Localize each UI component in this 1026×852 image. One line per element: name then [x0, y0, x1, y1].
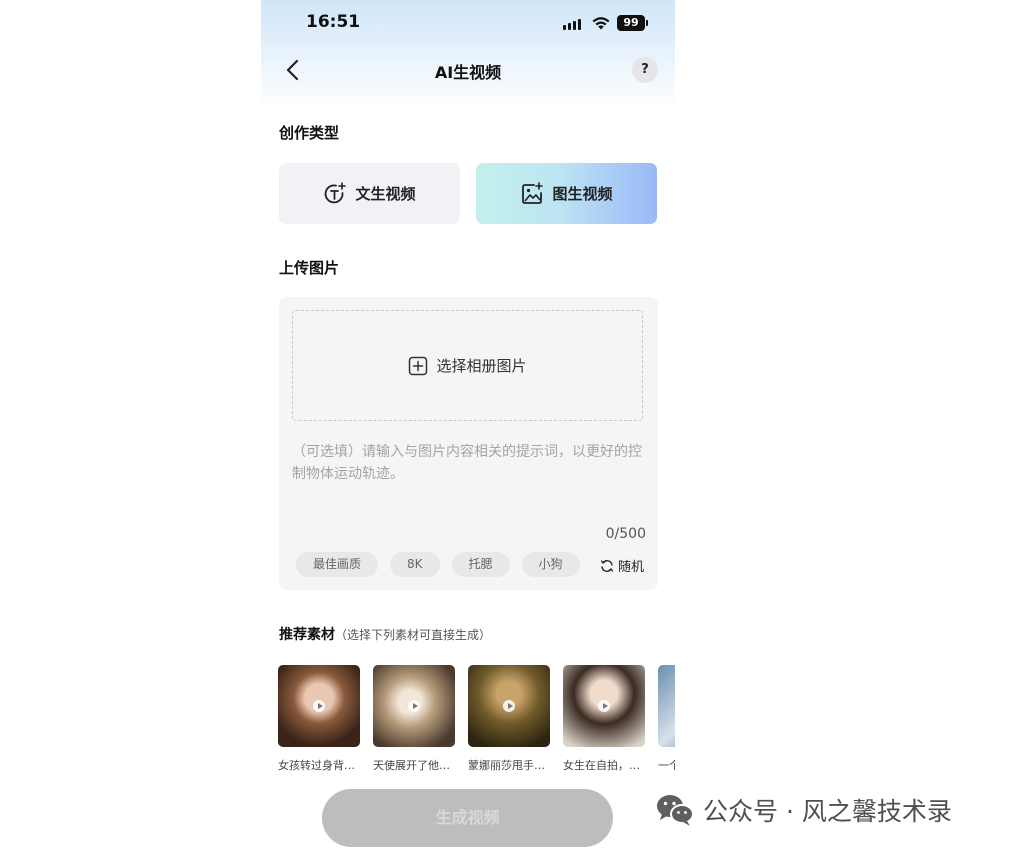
phone-screen: 16:51 99 AI生视频 ? 创作类型 文生视频 图生视频 上传图片 选择相… — [261, 0, 675, 852]
thumbnail-image — [278, 665, 360, 747]
upload-panel: 选择相册图片 （可选填）请输入与图片内容相关的提示词，以更好的控制物体运动轨迹。… — [279, 297, 658, 590]
thumbnail-caption: 一个 — [658, 759, 675, 772]
thumbnail-caption: 女生在自拍，… — [563, 759, 640, 772]
recommend-subtitle: （选择下列素材可直接生成） — [335, 628, 492, 642]
recommend-title: 推荐素材（选择下列素材可直接生成） — [279, 624, 491, 644]
recommend-item[interactable]: 天使展开了他… — [373, 665, 455, 773]
random-button[interactable]: 随机 — [600, 556, 644, 575]
chip-chin-rest[interactable]: 托腮 — [451, 552, 510, 577]
help-button[interactable]: ? — [632, 57, 658, 83]
chip-puppy[interactable]: 小狗 — [521, 552, 580, 577]
thumbnail-caption: 蒙娜丽莎甩手… — [468, 759, 545, 772]
recommend-item[interactable]: 蒙娜丽莎甩手… — [468, 665, 550, 773]
watermark-text: 公众号 · 风之馨技术录 — [703, 797, 952, 826]
battery-icon: 99 — [617, 15, 648, 31]
watermark: 公众号 · 风之馨技术录 — [655, 792, 952, 828]
status-bar: 16:51 99 — [261, 12, 675, 36]
text-to-video-option[interactable]: 文生视频 — [279, 163, 460, 224]
select-album-image-button[interactable]: 选择相册图片 — [292, 310, 643, 421]
play-icon — [408, 700, 420, 712]
plus-square-icon — [409, 356, 428, 375]
char-counter: 0/500 — [605, 526, 646, 542]
play-icon — [313, 700, 325, 712]
play-icon — [503, 700, 515, 712]
creation-type-label: 创作类型 — [279, 124, 340, 142]
select-album-image-label: 选择相册图片 — [436, 357, 527, 375]
recommend-item[interactable]: 女孩转过身背… — [278, 665, 360, 773]
recommend-item[interactable]: 一个 — [658, 665, 675, 773]
image-to-video-label: 图生视频 — [552, 185, 613, 203]
chip-8k[interactable]: 8K — [390, 552, 440, 577]
text-to-video-label: 文生视频 — [355, 185, 416, 203]
signal-icon — [563, 18, 585, 30]
chip-best-quality[interactable]: 最佳画质 — [296, 552, 379, 577]
thumbnail-image — [658, 665, 675, 747]
wifi-icon — [592, 17, 610, 30]
image-to-video-option[interactable]: 图生视频 — [476, 163, 657, 224]
wechat-icon — [657, 795, 694, 826]
recommend-title-text: 推荐素材 — [279, 627, 335, 643]
suggestion-chips: 最佳画质 8K 托腮 小狗 — [296, 552, 580, 577]
thumbnail-caption: 天使展开了他… — [373, 759, 450, 772]
upload-image-label: 上传图片 — [279, 259, 340, 277]
recommend-item[interactable]: 女生在自拍，… — [563, 665, 645, 773]
thumbnail-caption: 女孩转过身背… — [278, 759, 355, 772]
status-time: 16:51 — [306, 12, 361, 32]
page-title: AI生视频 — [434, 63, 502, 82]
thumbnail-image — [373, 665, 455, 747]
generate-video-button[interactable]: 生成视频 — [322, 789, 613, 847]
prompt-input[interactable]: （可选填）请输入与图片内容相关的提示词，以更好的控制物体运动轨迹。 — [292, 441, 648, 485]
random-label: 随机 — [617, 560, 644, 575]
thumbnail-image — [468, 665, 550, 747]
refresh-icon — [600, 559, 614, 572]
play-icon — [598, 700, 610, 712]
thumbnail-image — [563, 665, 645, 747]
image-sparkle-icon — [522, 181, 544, 204]
text-sparkle-icon — [325, 181, 347, 203]
recommend-thumbnails: 女孩转过身背… 天使展开了他… 蒙娜丽莎甩手… 女生在自拍，… 一个 — [278, 665, 675, 775]
